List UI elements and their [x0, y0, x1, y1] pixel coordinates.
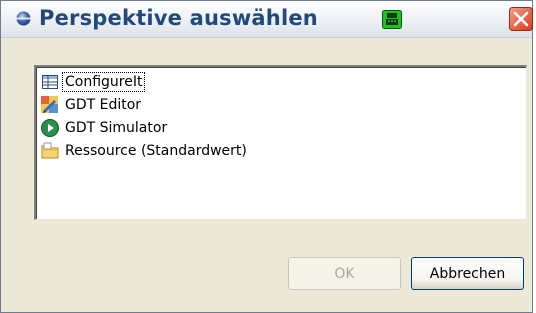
- window-title: Perspektive auswählen: [39, 6, 318, 30]
- ok-button[interactable]: OK: [288, 257, 401, 290]
- list-item-configureit[interactable]: ConfigureIt: [40, 70, 146, 93]
- green-keyboard-icon[interactable]: [382, 10, 402, 29]
- list-item-label: GDT Editor: [65, 96, 142, 113]
- gdt-editor-icon: [41, 95, 58, 113]
- title-bar[interactable]: Perspektive auswählen: [1, 1, 533, 38]
- list-item-gdt-editor[interactable]: GDT Editor: [40, 93, 143, 116]
- play-circle-icon: [41, 118, 59, 137]
- perspective-dialog: Perspektive auswählen ConfigureIt GDT Ed…: [0, 0, 533, 313]
- cancel-button[interactable]: Abbrechen: [411, 257, 524, 290]
- perspective-list[interactable]: ConfigureIt GDT Editor GDT Simulator Res…: [34, 65, 527, 220]
- list-item-ressource[interactable]: Ressource (Standardwert): [40, 139, 249, 162]
- list-item-label: GDT Simulator: [65, 119, 168, 136]
- blue-circle-icon: [16, 11, 31, 26]
- table-grid-icon: [42, 74, 58, 89]
- list-item-gdt-simulator[interactable]: GDT Simulator: [40, 116, 169, 139]
- list-item-label: Ressource (Standardwert): [65, 142, 247, 159]
- folder-icon: [41, 142, 59, 158]
- close-icon[interactable]: [509, 7, 533, 31]
- list-item-label: ConfigureIt: [61, 71, 146, 92]
